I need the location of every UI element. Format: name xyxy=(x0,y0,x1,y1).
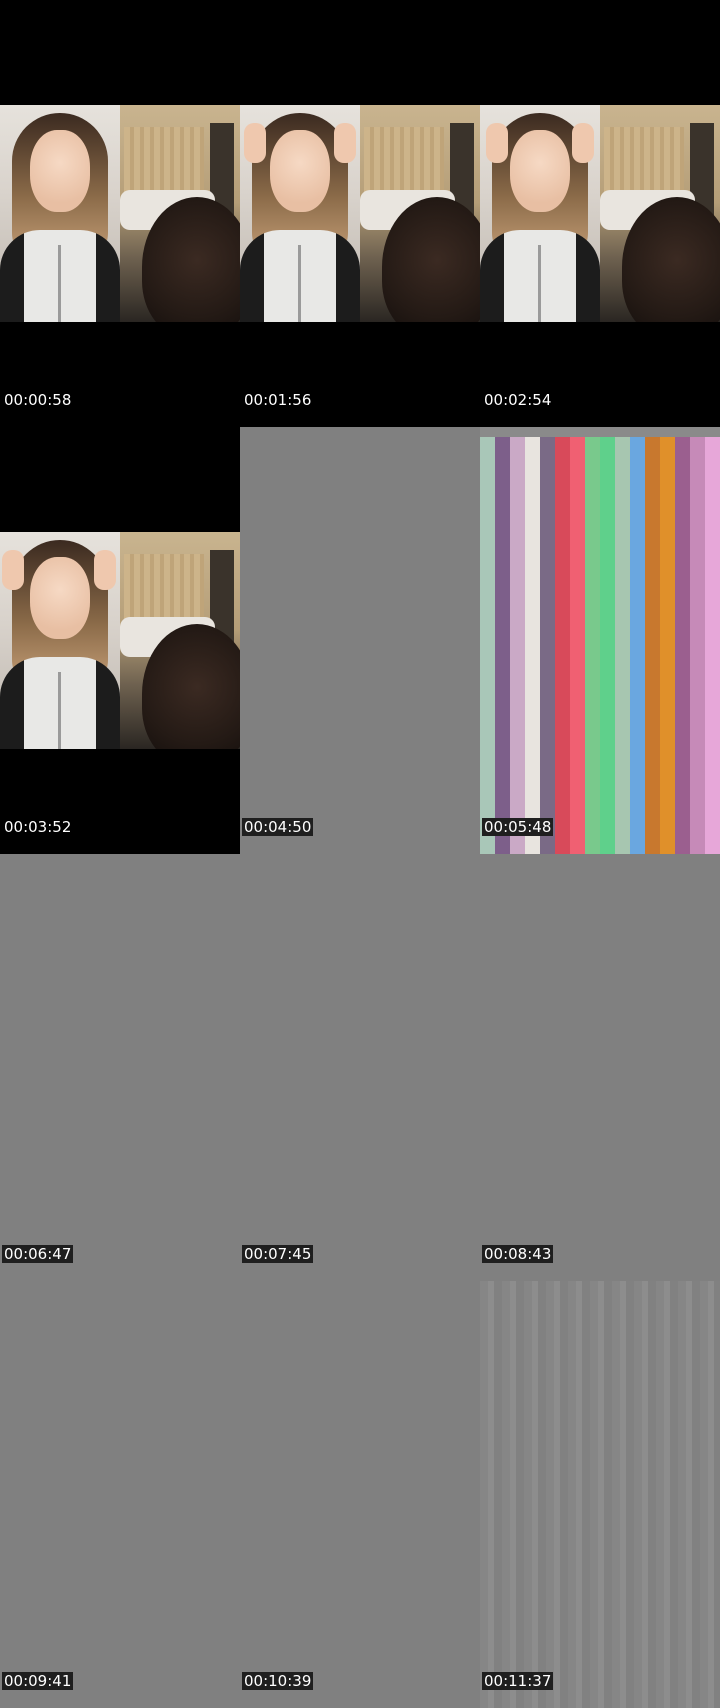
frame-thumbnail[interactable]: 00:01:56 xyxy=(240,0,480,427)
color-bar xyxy=(510,437,525,854)
frame-thumbnail[interactable]: 00:10:39 xyxy=(240,1281,480,1708)
frame-thumbnail[interactable]: 00:05:48 xyxy=(480,427,720,854)
color-bar xyxy=(675,437,690,854)
color-bar xyxy=(585,437,600,854)
color-bar xyxy=(525,437,540,854)
color-bar xyxy=(600,437,615,854)
man-video-panel xyxy=(120,532,240,749)
color-bar xyxy=(615,437,630,854)
man-video-panel xyxy=(360,105,480,322)
timestamp-label: 00:10:39 xyxy=(242,1672,314,1690)
color-bar xyxy=(660,437,675,854)
timestamp-label: 00:01:56 xyxy=(244,391,312,409)
timestamp-label: 00:07:45 xyxy=(242,1245,314,1263)
timestamp-label: 00:08:43 xyxy=(482,1245,554,1263)
thumbnail-grid: 00:00:58 00:01:56 00:02:54 00:03:52 00:0… xyxy=(0,0,720,1708)
timestamp-label: 00:02:54 xyxy=(484,391,552,409)
frame-thumbnail[interactable]: 00:02:54 xyxy=(480,0,720,427)
color-bar xyxy=(540,437,555,854)
timestamp-label: 00:09:41 xyxy=(2,1672,74,1690)
timestamp-label: 00:05:48 xyxy=(482,818,554,836)
woman-video-panel xyxy=(240,105,360,322)
frame-thumbnail[interactable]: 00:03:52 xyxy=(0,427,240,854)
frame-thumbnail[interactable]: 00:08:43 xyxy=(480,854,720,1281)
frame-thumbnail[interactable]: 00:11:37 xyxy=(480,1281,720,1708)
split-screen-video-frame xyxy=(0,532,240,749)
frame-thumbnail[interactable]: 00:06:47 xyxy=(0,854,240,1281)
corrupted-color-bars xyxy=(480,437,720,854)
color-bar xyxy=(555,437,570,854)
man-video-panel xyxy=(600,105,720,322)
color-bar xyxy=(570,437,585,854)
woman-video-panel xyxy=(0,532,120,749)
split-screen-video-frame xyxy=(240,105,480,322)
gray-streak-artifact xyxy=(480,1281,720,1708)
color-bar xyxy=(690,437,705,854)
color-bar xyxy=(630,437,645,854)
color-bar xyxy=(705,437,720,854)
woman-video-panel xyxy=(480,105,600,322)
split-screen-video-frame xyxy=(0,105,240,322)
woman-video-panel xyxy=(0,105,120,322)
frame-thumbnail[interactable]: 00:00:58 xyxy=(0,0,240,427)
split-screen-video-frame xyxy=(480,105,720,322)
timestamp-label: 00:00:58 xyxy=(4,391,72,409)
timestamp-label: 00:06:47 xyxy=(2,1245,74,1263)
frame-thumbnail[interactable]: 00:09:41 xyxy=(0,1281,240,1708)
color-bar xyxy=(495,437,510,854)
frame-thumbnail[interactable]: 00:07:45 xyxy=(240,854,480,1281)
timestamp-label: 00:03:52 xyxy=(4,818,72,836)
color-bar xyxy=(645,437,660,854)
timestamp-label: 00:04:50 xyxy=(242,818,314,836)
timestamp-label: 00:11:37 xyxy=(482,1672,554,1690)
color-bar xyxy=(480,437,495,854)
man-video-panel xyxy=(120,105,240,322)
frame-thumbnail[interactable]: 00:04:50 xyxy=(240,427,480,854)
